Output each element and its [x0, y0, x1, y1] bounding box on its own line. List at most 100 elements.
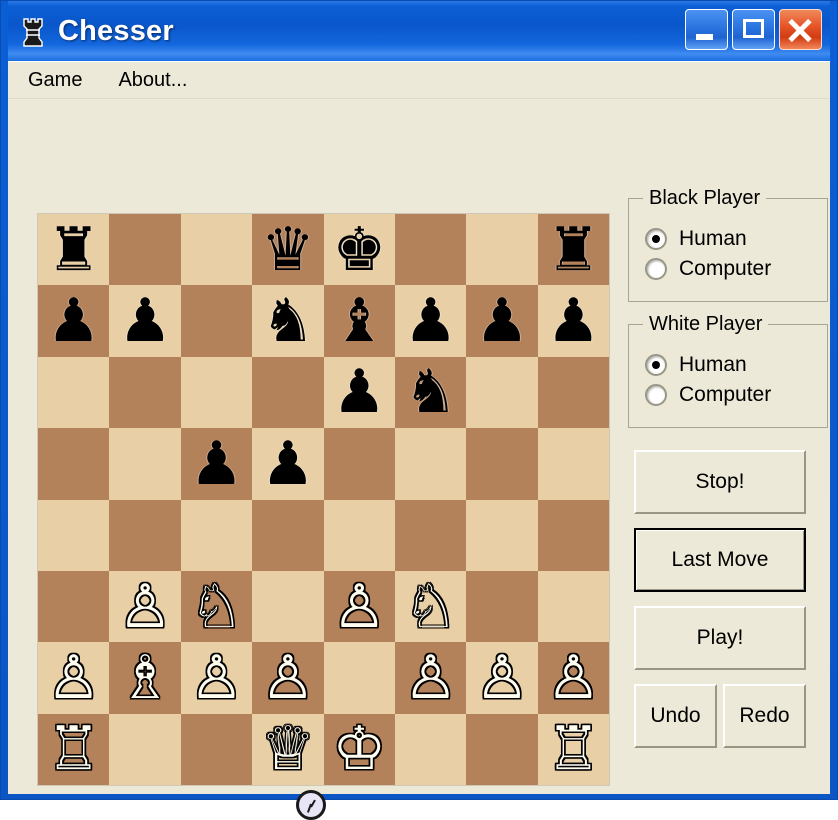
white-player-computer-option[interactable]: Computer: [645, 383, 817, 407]
stop-button[interactable]: Stop!: [634, 450, 806, 514]
square-f8[interactable]: [394, 214, 467, 286]
piece-p-g7[interactable]: ♟: [466, 285, 537, 356]
square-g6[interactable]: [466, 356, 538, 429]
square-c1[interactable]: [180, 713, 253, 786]
maximize-icon[interactable]: [732, 9, 775, 50]
piece-r-h8[interactable]: ♜: [538, 214, 609, 285]
square-a3[interactable]: [38, 570, 110, 643]
square-a1[interactable]: ♖: [38, 713, 110, 786]
radio-white-computer[interactable]: [645, 384, 667, 406]
piece-P-b3[interactable]: ♙: [109, 571, 180, 642]
piece-p-h7[interactable]: ♟: [538, 285, 609, 356]
square-b8[interactable]: [109, 214, 181, 286]
square-f3[interactable]: ♘: [394, 570, 467, 643]
square-e8[interactable]: ♚: [323, 214, 395, 286]
piece-P-a2[interactable]: ♙: [38, 642, 109, 713]
square-a5[interactable]: [38, 428, 110, 500]
square-g1[interactable]: [466, 713, 538, 786]
square-c8[interactable]: [180, 214, 253, 286]
square-e4[interactable]: [323, 499, 395, 571]
piece-P-f2[interactable]: ♙: [395, 642, 466, 713]
square-a8[interactable]: ♜: [38, 214, 110, 286]
piece-p-e6[interactable]: ♟: [324, 357, 395, 428]
square-f4[interactable]: [394, 499, 467, 571]
piece-N-f3[interactable]: ♘: [395, 571, 466, 642]
piece-k-e8[interactable]: ♚: [324, 214, 395, 285]
menu-item-about[interactable]: About...: [114, 67, 199, 94]
square-a2[interactable]: ♙: [38, 642, 110, 714]
piece-q-d8[interactable]: ♛: [252, 214, 323, 285]
rook-icon[interactable]: [18, 14, 48, 48]
radio-black-computer[interactable]: [645, 258, 667, 280]
square-f5[interactable]: [394, 428, 467, 500]
piece-P-g2[interactable]: ♙: [466, 642, 537, 713]
menu-item-game[interactable]: Game: [24, 67, 94, 94]
square-c4[interactable]: [180, 499, 253, 571]
piece-N-c3[interactable]: ♘: [181, 571, 252, 642]
square-a4[interactable]: [38, 499, 110, 571]
piece-K-e1[interactable]: ♔: [324, 714, 395, 785]
square-b4[interactable]: [109, 499, 181, 571]
square-h5[interactable]: [537, 428, 610, 500]
square-c7[interactable]: [180, 285, 253, 357]
square-d5[interactable]: ♟: [252, 428, 324, 500]
undo-button[interactable]: Undo: [634, 684, 717, 748]
square-f2[interactable]: ♙: [394, 642, 467, 714]
square-h7[interactable]: ♟: [537, 285, 610, 357]
piece-p-a7[interactable]: ♟: [38, 285, 109, 356]
piece-p-b7[interactable]: ♟: [109, 285, 180, 356]
square-h3[interactable]: [537, 570, 610, 643]
square-b2[interactable]: ♗: [109, 642, 181, 714]
square-e3[interactable]: ♙: [323, 570, 395, 643]
square-g4[interactable]: [466, 499, 538, 571]
square-h8[interactable]: ♜: [537, 214, 610, 286]
square-b3[interactable]: ♙: [109, 570, 181, 643]
square-e1[interactable]: ♔: [323, 713, 395, 786]
title-bar[interactable]: Chesser: [8, 1, 830, 61]
piece-P-e3[interactable]: ♙: [324, 571, 395, 642]
square-b1[interactable]: [109, 713, 181, 786]
square-b6[interactable]: [109, 356, 181, 429]
piece-P-d2[interactable]: ♙: [252, 642, 323, 713]
close-icon[interactable]: [779, 9, 822, 50]
piece-p-f7[interactable]: ♟: [395, 285, 466, 356]
square-a6[interactable]: [38, 356, 110, 429]
black-player-computer-option[interactable]: Computer: [645, 257, 817, 281]
piece-n-f6[interactable]: ♞: [395, 357, 466, 428]
square-h1[interactable]: ♖: [537, 713, 610, 786]
square-f1[interactable]: [394, 713, 467, 786]
square-f7[interactable]: ♟: [394, 285, 467, 357]
square-d8[interactable]: ♛: [252, 214, 324, 286]
minimize-icon[interactable]: [685, 9, 728, 50]
square-c2[interactable]: ♙: [180, 642, 253, 714]
piece-P-h2[interactable]: ♙: [538, 642, 609, 713]
square-d4[interactable]: [252, 499, 324, 571]
piece-p-c5[interactable]: ♟: [181, 428, 252, 499]
square-g7[interactable]: ♟: [466, 285, 538, 357]
piece-r-a8[interactable]: ♜: [38, 214, 109, 285]
square-d3[interactable]: [252, 570, 324, 643]
square-e2[interactable]: [323, 642, 395, 714]
square-h6[interactable]: [537, 356, 610, 429]
square-f6[interactable]: ♞: [394, 356, 467, 429]
square-e5[interactable]: [323, 428, 395, 500]
square-a7[interactable]: ♟: [38, 285, 110, 357]
chess-board[interactable]: ♜ ♛ ♚ ♜ ♟ ♟ ♞ ♝ ♟ ♟ ♟ ♟ ♞ ♟ ♟ ♙ ♘ ♙ ♘ ♙ ♗ ♙ ♙ ♙ ♙ ♙ ♖ ♕ ♔ ♖: [38, 214, 610, 786]
square-b5[interactable]: [109, 428, 181, 500]
square-e7[interactable]: ♝: [323, 285, 395, 357]
square-d6[interactable]: [252, 356, 324, 429]
square-h2[interactable]: ♙: [537, 642, 610, 714]
square-d1[interactable]: ♕: [252, 713, 324, 786]
square-c5[interactable]: ♟: [180, 428, 253, 500]
square-d7[interactable]: ♞: [252, 285, 324, 357]
square-g5[interactable]: [466, 428, 538, 500]
piece-n-d7[interactable]: ♞: [252, 285, 323, 356]
radio-white-human[interactable]: [645, 354, 667, 376]
square-g2[interactable]: ♙: [466, 642, 538, 714]
square-h4[interactable]: [537, 499, 610, 571]
piece-R-a1[interactable]: ♖: [38, 714, 109, 785]
radio-black-human[interactable]: [645, 228, 667, 250]
square-c3[interactable]: ♘: [180, 570, 253, 643]
square-b7[interactable]: ♟: [109, 285, 181, 357]
piece-p-d5[interactable]: ♟: [252, 428, 323, 499]
